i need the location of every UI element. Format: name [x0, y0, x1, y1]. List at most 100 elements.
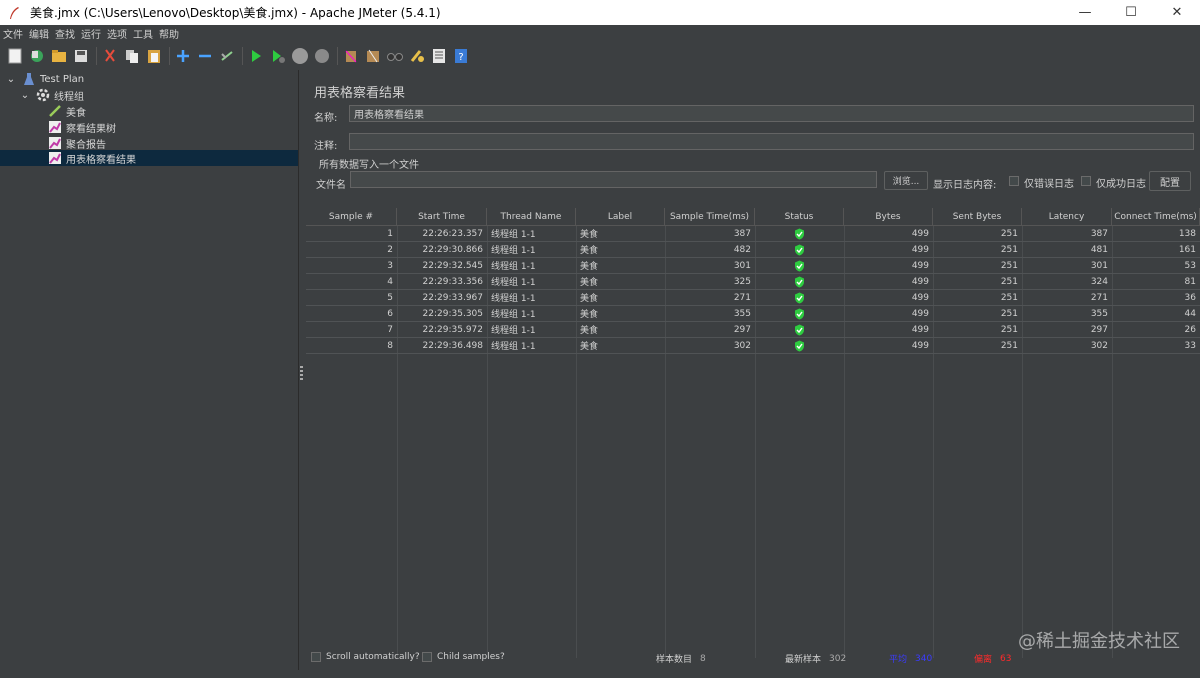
menu-tools[interactable]: 工具	[130, 26, 156, 41]
tree-item-test-plan[interactable]: ⌄ Test Plan	[4, 71, 84, 87]
toggle-icon[interactable]	[217, 46, 237, 66]
status-success-icon	[755, 322, 844, 337]
table-row[interactable]: 5 22:29:33.967 线程组 1-1 美食 271 499 251 271 36	[306, 290, 1200, 306]
column-header[interactable]: Start Time	[397, 208, 487, 226]
stop-icon[interactable]	[290, 46, 310, 66]
function-helper-icon[interactable]	[429, 46, 449, 66]
close-button[interactable]: ✕	[1154, 0, 1200, 25]
table-row[interactable]: 6 22:29:35.305 线程组 1-1 美食 355 499 251 355 44	[306, 306, 1200, 322]
name-field[interactable]: 用表格察看结果	[349, 105, 1194, 122]
column-header[interactable]: Label	[576, 208, 665, 226]
table-row[interactable]: 4 22:29:33.356 线程组 1-1 美食 325 499 251 324 81	[306, 274, 1200, 290]
latency-cell: 271	[1090, 292, 1108, 303]
thread-name-cell: 线程组 1-1	[491, 278, 536, 288]
status-success-icon	[755, 242, 844, 257]
search-icon[interactable]	[385, 46, 405, 66]
sent-bytes-cell: 251	[1000, 308, 1018, 319]
column-header[interactable]: Latency	[1022, 208, 1112, 226]
table-row[interactable]: 1 22:26:23.357 线程组 1-1 美食 387 499 251 387 138	[306, 226, 1200, 242]
expand-icon[interactable]	[173, 46, 193, 66]
cut-icon[interactable]	[100, 46, 120, 66]
start-time-cell: 22:29:36.498	[422, 340, 483, 351]
reset-search-icon[interactable]	[407, 46, 427, 66]
new-icon[interactable]	[5, 46, 25, 66]
table-row[interactable]: 7 22:29:35.972 线程组 1-1 美食 297 499 251 297 26	[306, 322, 1200, 338]
start-time-cell: 22:29:30.866	[422, 244, 483, 255]
latency-cell: 355	[1090, 308, 1108, 319]
column-header[interactable]: Sample Time(ms)	[665, 208, 755, 226]
help-icon[interactable]: ?	[451, 46, 471, 66]
paste-icon[interactable]	[144, 46, 164, 66]
maximize-button[interactable]: ☐	[1108, 0, 1154, 25]
sample-number-cell: 7	[387, 324, 393, 335]
column-header[interactable]: Thread Name	[487, 208, 576, 226]
filename-field[interactable]	[350, 171, 877, 188]
menu-file[interactable]: 文件	[0, 26, 26, 41]
deviation-label: 偏离	[974, 655, 993, 665]
drag-handle-icon[interactable]	[300, 366, 303, 380]
bytes-cell: 499	[911, 276, 929, 287]
menu-edit[interactable]: 编辑	[26, 26, 52, 41]
copy-icon[interactable]	[122, 46, 142, 66]
start-no-pause-icon[interactable]	[268, 46, 288, 66]
bytes-cell: 499	[911, 340, 929, 351]
sample-number-cell: 4	[387, 276, 393, 287]
menu-search[interactable]: 查找	[52, 26, 78, 41]
clear-icon[interactable]	[341, 46, 361, 66]
child-samples-checkbox[interactable]	[422, 652, 432, 662]
label-cell: 美食	[580, 246, 599, 256]
column-header[interactable]: Bytes	[844, 208, 933, 226]
browse-button[interactable]: 浏览...	[884, 171, 928, 190]
test-plan-icon	[22, 72, 36, 86]
toolbar-separator	[169, 47, 170, 65]
filename-label: 文件名	[316, 180, 346, 191]
column-header[interactable]: Sent Bytes	[933, 208, 1022, 226]
chevron-down-icon[interactable]: ⌄	[4, 72, 18, 86]
tree-item-view-results-table[interactable]: 用表格察看结果	[0, 150, 298, 166]
menu-options[interactable]: 选项	[104, 26, 130, 41]
start-icon[interactable]	[246, 46, 266, 66]
comment-field[interactable]	[349, 133, 1194, 150]
sample-count-value: 8	[700, 653, 706, 664]
minimize-button[interactable]: —	[1062, 0, 1108, 25]
tree-item-sampler[interactable]: 美食	[48, 103, 86, 119]
shutdown-icon[interactable]	[312, 46, 332, 66]
save-icon[interactable]	[71, 46, 91, 66]
collapse-icon[interactable]	[195, 46, 215, 66]
sample-number-cell: 5	[387, 292, 393, 303]
tree-item-aggregate-report[interactable]: 聚合报告	[48, 135, 106, 151]
latency-cell: 301	[1090, 260, 1108, 271]
column-header[interactable]: Connect Time(ms)	[1112, 208, 1200, 226]
sample-number-cell: 2	[387, 244, 393, 255]
scroll-auto-label: Scroll automatically?	[326, 652, 420, 662]
success-only-checkbox[interactable]	[1081, 176, 1091, 186]
latency-cell: 387	[1090, 228, 1108, 239]
column-header[interactable]: Status	[755, 208, 844, 226]
table-row[interactable]: 2 22:29:30.866 线程组 1-1 美食 482 499 251 481 161	[306, 242, 1200, 258]
tree-item-label: 线程组	[54, 91, 84, 103]
status-success-icon	[755, 306, 844, 321]
connect-time-cell: 161	[1178, 244, 1196, 255]
tree-item-thread-group[interactable]: ⌄ 线程组	[18, 87, 84, 103]
jmeter-feather-icon	[8, 5, 24, 21]
menu-run[interactable]: 运行	[78, 26, 104, 41]
status-success-icon	[755, 226, 844, 241]
sample-time-cell: 387	[733, 228, 751, 239]
chevron-down-icon[interactable]: ⌄	[18, 88, 32, 102]
http-sampler-icon	[48, 104, 62, 118]
split-pane-divider[interactable]	[298, 70, 306, 670]
table-row[interactable]: 8 22:29:36.498 线程组 1-1 美食 302 499 251 302 33	[306, 338, 1200, 354]
menu-help[interactable]: 帮助	[156, 26, 182, 41]
table-row[interactable]: 3 22:29:32.545 线程组 1-1 美食 301 499 251 301 53	[306, 258, 1200, 274]
configure-button[interactable]: 配置	[1149, 171, 1191, 191]
clear-all-icon[interactable]	[363, 46, 383, 66]
tree-item-view-results-tree[interactable]: 察看结果树	[48, 119, 116, 135]
name-label: 名称:	[314, 113, 338, 124]
open-icon[interactable]	[49, 46, 69, 66]
scroll-auto-checkbox[interactable]	[311, 652, 321, 662]
bytes-cell: 499	[911, 324, 929, 335]
column-header[interactable]: Sample #	[306, 208, 397, 226]
toolbar: ?	[0, 42, 1200, 70]
templates-icon[interactable]	[27, 46, 47, 66]
errors-only-checkbox[interactable]	[1009, 176, 1019, 186]
